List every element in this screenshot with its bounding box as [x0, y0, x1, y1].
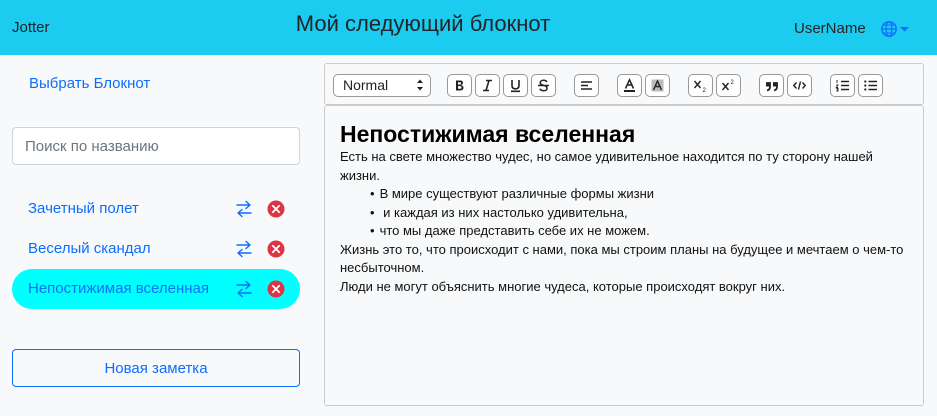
align-button[interactable]	[574, 74, 599, 97]
blockquote-icon	[766, 82, 778, 92]
bullet-list-icon	[864, 80, 877, 91]
svg-text:2: 2	[731, 80, 735, 86]
superscript-icon: 2	[721, 80, 735, 91]
strike-button[interactable]	[531, 74, 556, 97]
search-input[interactable]	[12, 127, 300, 165]
subscript-button[interactable]: 2	[688, 74, 713, 97]
move-note-icon[interactable]	[234, 280, 254, 298]
select-arrows-icon	[417, 79, 423, 91]
note-title[interactable]: Непостижимая вселенная	[28, 280, 209, 297]
move-note-icon[interactable]	[234, 200, 254, 218]
bullet-item: В мире существуют различные формы жизни	[370, 185, 908, 204]
background-color-icon	[651, 79, 664, 92]
note-title[interactable]: Веселый скандал	[28, 240, 151, 257]
delete-note-icon[interactable]	[267, 200, 285, 218]
blockquote-button[interactable]	[759, 74, 784, 97]
note-paragraph: Есть на свете множество чудес, но самое …	[340, 149, 873, 183]
note-heading: Непостижимая вселенная	[340, 121, 636, 147]
text-color-button[interactable]	[617, 74, 642, 97]
note-item[interactable]: Зачетный полет	[12, 189, 300, 229]
note-title[interactable]: Зачетный полет	[28, 200, 139, 217]
note-item-active[interactable]: Непостижимая вселенная	[12, 269, 300, 309]
note-paragraph: Жизнь это то, что происходит с нами, пок…	[340, 241, 904, 276]
note-paragraph: Люди не могут объяснить многие чудеса, к…	[340, 278, 786, 294]
underline-button[interactable]	[503, 74, 528, 97]
note-item[interactable]: Веселый скандал	[12, 229, 300, 269]
strike-icon	[538, 79, 549, 92]
svg-text:2: 2	[703, 88, 707, 93]
bullet-list-button[interactable]	[858, 74, 883, 97]
subscript-icon: 2	[693, 80, 707, 93]
bold-button[interactable]	[447, 74, 472, 97]
italic-icon	[483, 79, 492, 92]
code-block-icon	[792, 81, 807, 90]
ordered-list-icon	[835, 80, 849, 92]
align-icon	[581, 81, 592, 90]
delete-note-icon[interactable]	[267, 240, 285, 258]
superscript-button[interactable]: 2	[716, 74, 741, 97]
move-note-icon[interactable]	[234, 240, 254, 258]
note-bullet-list: В мире существуют различные формы жизни …	[370, 185, 908, 241]
background-color-button[interactable]	[645, 74, 670, 97]
top-navbar: Jotter Мой следующий блокнот UserName	[0, 0, 937, 55]
sidebar: Выбрать Блокнот Зачетный полет Веселый с…	[0, 55, 312, 416]
underline-icon	[511, 80, 520, 93]
text-color-icon	[624, 78, 635, 92]
italic-button[interactable]	[475, 74, 500, 97]
bullet-item: что мы даже представить себе их не можем…	[370, 222, 908, 241]
choose-notebook-link[interactable]: Выбрать Блокнот	[29, 75, 150, 92]
notebook-title: Мой следующий блокнот	[295, 11, 551, 36]
editor-toolbar: Normal 2 2	[324, 63, 924, 105]
format-select[interactable]: Normal	[333, 74, 431, 97]
bold-icon	[456, 80, 464, 91]
new-note-button[interactable]: Новая заметка	[12, 349, 300, 387]
globe-icon[interactable]	[880, 20, 910, 38]
code-block-button[interactable]	[787, 74, 812, 97]
format-select-value: Normal	[343, 77, 389, 93]
bullet-item: и каждая из них настолько удивительна,	[370, 204, 908, 223]
note-editor[interactable]: Непостижимая вселенная Есть на свете мно…	[324, 105, 924, 406]
delete-note-icon[interactable]	[267, 280, 285, 298]
username-label[interactable]: UserName	[794, 20, 866, 37]
ordered-list-button[interactable]	[830, 74, 855, 97]
